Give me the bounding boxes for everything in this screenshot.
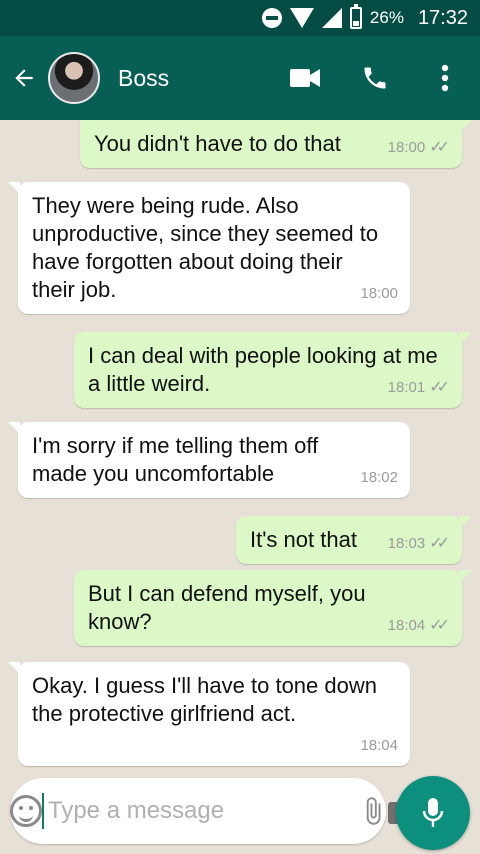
back-button[interactable] <box>0 36 48 120</box>
message-text: Okay. I guess I'll have to tone down the… <box>32 673 377 726</box>
read-ticks-icon: ✓✓ <box>429 535 450 552</box>
phone-icon <box>364 67 386 89</box>
attach-button[interactable] <box>358 796 388 826</box>
composer-field <box>10 778 420 844</box>
message-time: 18:01 <box>387 379 426 396</box>
read-ticks-icon: ✓✓ <box>429 139 450 156</box>
paperclip-icon <box>366 797 381 825</box>
message-text: I'm sorry if me telling them off made yo… <box>32 433 319 486</box>
message-meta: 18:00 ✓✓ <box>388 134 450 162</box>
message-incoming[interactable]: I'm sorry if me telling them off made yo… <box>8 422 410 498</box>
message-outgoing[interactable]: It's not that 18:03 ✓✓ <box>236 516 472 564</box>
message-time: 18:04 <box>387 617 426 634</box>
message-outgoing[interactable]: But I can defend myself, you know? 18:04… <box>74 570 472 646</box>
message-text: But I can defend myself, you know? <box>88 581 366 634</box>
message-meta: 18:04 <box>360 732 398 760</box>
message-text: They were being rude. Also unproductive,… <box>32 193 379 302</box>
emoji-icon <box>10 795 42 827</box>
message-meta: 18:01 ✓✓ <box>388 374 450 402</box>
battery-percent: 26% <box>369 8 404 27</box>
avatar[interactable] <box>48 52 100 104</box>
message-meta: 18:04 ✓✓ <box>388 612 450 640</box>
video-call-button[interactable] <box>270 36 340 120</box>
message-time: 18:03 <box>387 535 426 552</box>
message-meta: 18:00 <box>360 280 398 308</box>
read-ticks-icon: ✓✓ <box>429 617 450 634</box>
message-outgoing[interactable]: I can deal with people looking at me a l… <box>74 332 472 408</box>
read-ticks-icon: ✓✓ <box>429 379 450 396</box>
message-input[interactable] <box>42 793 358 829</box>
contact-name[interactable]: Boss <box>118 65 270 92</box>
microphone-icon <box>422 798 444 827</box>
battery-icon <box>349 4 362 29</box>
message-incoming[interactable]: They were being rude. Also unproductive,… <box>8 182 410 314</box>
message-time: 18:04 <box>360 737 398 754</box>
message-incoming[interactable]: Okay. I guess I'll have to tone down the… <box>8 662 410 766</box>
message-time: 18:00 <box>360 285 398 302</box>
voice-call-button[interactable] <box>340 36 410 120</box>
wifi-icon <box>289 8 314 28</box>
composer-bar <box>0 774 480 854</box>
clock: 17:32 <box>417 6 468 29</box>
status-bar: 26% 17:32 <box>0 0 480 36</box>
do-not-disturb-icon <box>261 8 282 28</box>
more-options-button[interactable] <box>410 36 480 120</box>
message-time: 18:02 <box>360 469 398 486</box>
message-time: 18:00 <box>387 139 426 156</box>
message-outgoing[interactable]: You didn't have to do that 18:00 ✓✓ <box>80 120 472 168</box>
signal-icon <box>321 8 342 28</box>
chat-header: Boss <box>0 36 480 120</box>
more-vert-icon <box>441 64 449 92</box>
message-list[interactable]: You didn't have to do that 18:00 ✓✓ They… <box>0 120 480 774</box>
message-meta: 18:03 ✓✓ <box>388 530 450 558</box>
emoji-button[interactable] <box>10 795 42 827</box>
video-camera-icon <box>290 69 320 87</box>
voice-record-button[interactable] <box>396 776 470 850</box>
arrow-left-icon <box>15 69 33 87</box>
message-meta: 18:02 <box>360 464 398 492</box>
